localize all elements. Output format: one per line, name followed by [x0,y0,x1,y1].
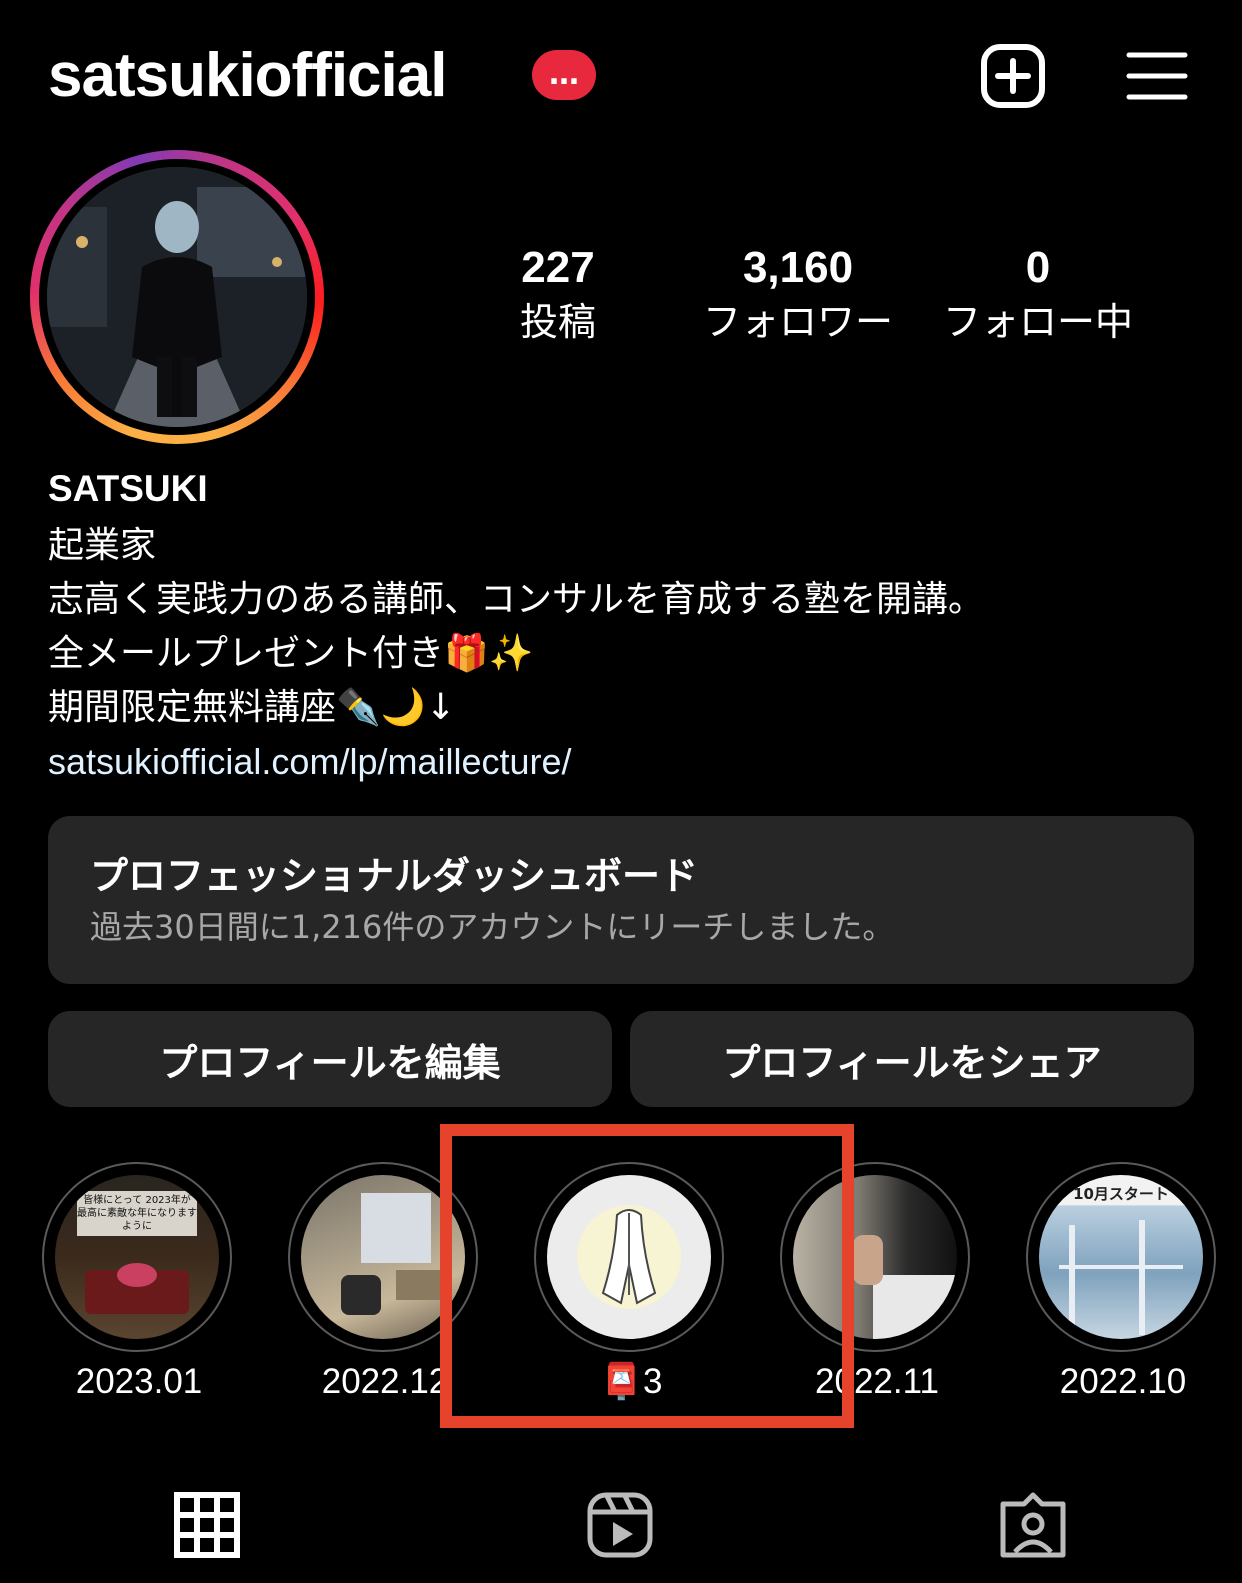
following-stat[interactable]: 0 フォロー中 [928,240,1148,348]
hamburger-icon [1126,52,1188,100]
bio-line: 期間限定無料講座✒️🌙↓ [48,687,456,728]
highlight-label: 2023.01 [75,1362,203,1401]
following-label: フォロー中 [942,300,1133,344]
avatar-photo [47,167,307,427]
highlight-thumbnail: 皆様にとって 2023年が 最高に素敵な年になりますように [55,1175,219,1339]
posts-count: 227 [521,243,595,292]
professional-dashboard[interactable]: プロフェッショナルダッシュボード 過去30日間に1,216件のアカウントにリーチ… [48,816,1194,984]
followers-label: フォロワー [702,300,893,344]
bio-line: 全メールプレゼント付き🎁✨ [48,633,534,674]
grid-icon [174,1492,240,1558]
bio-line: 志高く実践力のある講師、コンサルを育成する塾を開講。 [48,579,985,620]
annotation-highlight-box [440,1124,854,1428]
share-profile-button[interactable]: プロフィールをシェア [630,1011,1194,1107]
dashboard-subtitle: 過去30日間に1,216件のアカウントにリーチしました。 [90,908,895,946]
plus-square-icon [981,44,1045,108]
highlight-thumb-text: 皆様にとって 2023年が 最高に素敵な年になりますように [77,1191,197,1236]
bio-line: 起業家 [48,525,157,566]
display-name: SATSUKI [48,468,208,509]
avatar[interactable] [47,167,307,427]
menu-button[interactable] [1126,50,1188,102]
dashboard-title: プロフェッショナルダッシュボード [90,854,699,898]
posts-stat[interactable]: 227 投稿 [478,240,638,348]
followers-count: 3,160 [742,243,854,292]
create-post-button[interactable] [980,43,1046,109]
posts-label: 投稿 [519,300,596,344]
tab-posts[interactable] [172,1490,242,1560]
highlight-thumb-text: 10月スタート [1073,1185,1169,1203]
followers-stat[interactable]: 3,160 フォロワー [688,240,908,348]
tab-tagged[interactable] [998,1490,1068,1560]
reels-icon [587,1492,653,1558]
notification-badge[interactable]: … [532,50,596,100]
edit-profile-button[interactable]: プロフィールを編集 [48,1011,612,1107]
following-count: 0 [1025,243,1051,292]
profile-username[interactable]: satsukiofficial [48,38,447,114]
highlight-thumbnail: 10月スタート [1039,1175,1203,1339]
tagged-icon [1000,1492,1066,1558]
tab-reels[interactable] [585,1490,655,1560]
bio-link[interactable]: satsukiofficial.com/lp/maillecture/ [48,736,572,788]
more-dots-icon: … [549,57,579,92]
highlight-label: 2022.10 [1059,1362,1187,1401]
